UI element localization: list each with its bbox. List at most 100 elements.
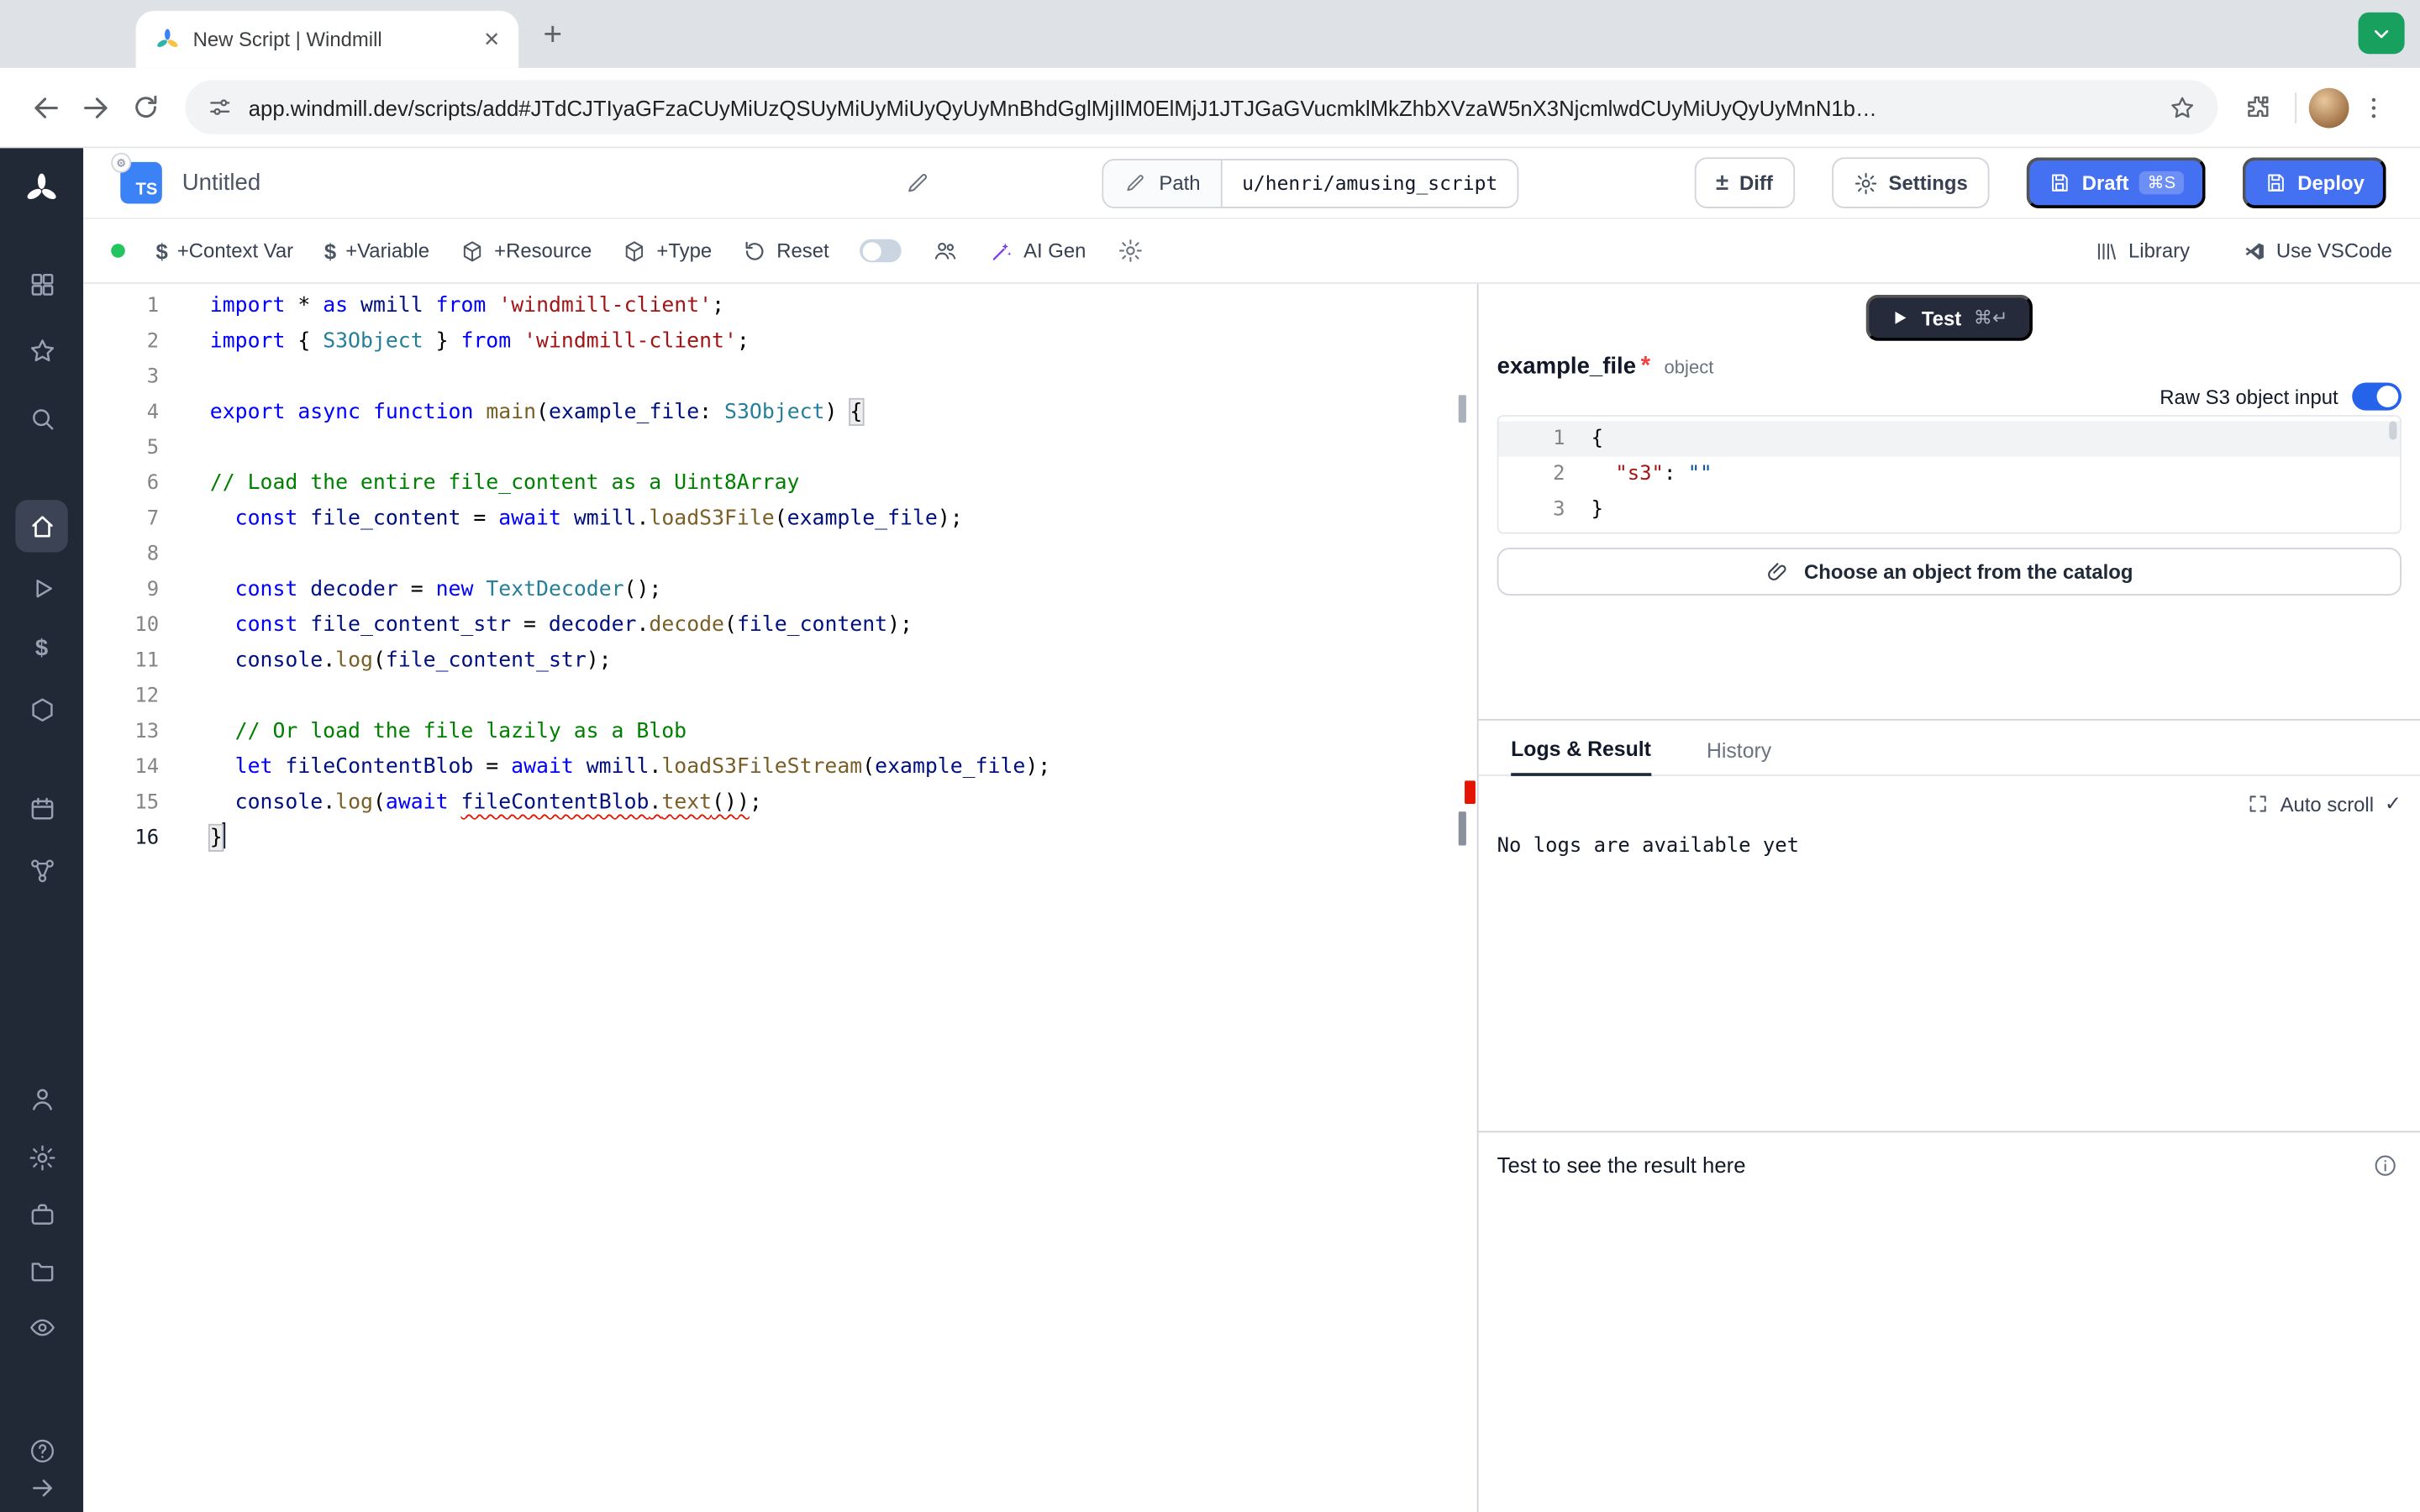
typescript-badge[interactable]: TS ⚙ [120,162,162,204]
new-tab-button[interactable]: + [544,18,563,50]
draft-button[interactable]: Draft ⌘S [2027,157,2205,208]
argument-name: example_file [1497,354,1636,380]
toggle-knob [863,241,881,260]
settings-gear-icon[interactable] [24,1139,60,1176]
home-icon [27,512,56,541]
script-header: TS ⚙ Untitled Path u/henri/amusing_scrip… [83,148,2420,218]
site-settings-icon[interactable] [207,94,233,120]
favorites-star-icon[interactable] [24,332,60,369]
variables-icon[interactable]: $ [24,629,60,666]
collapse-arrow-icon[interactable] [24,1469,60,1506]
address-bar[interactable]: app.windmill.dev/scripts/add#JTdCJTIyaGF… [185,81,2217,134]
extensions-puzzle-icon[interactable] [2233,82,2283,132]
profile-avatar[interactable] [2309,87,2349,128]
green-dropdown-button[interactable] [2359,13,2405,55]
code-lines[interactable]: 1import * as wmill from 'windmill-client… [83,288,1477,856]
browser-chrome: New Script | Windmill ✕ + [0,0,2420,148]
logs-tabs: Logs & Result History [1479,721,2420,776]
raw-s3-toggle[interactable] [2352,383,2402,411]
library-button[interactable]: Library [2095,239,2190,263]
required-asterisk: * [1641,354,1650,381]
back-icon[interactable] [22,82,71,132]
resources-icon[interactable] [24,691,60,728]
use-vscode-label: Use VSCode [2276,239,2392,263]
schedules-icon[interactable] [24,790,60,827]
help-icon[interactable] [24,1431,60,1468]
library-icon [2095,239,2119,263]
ai-gen-label: AI Gen [1023,239,1086,263]
test-button[interactable]: Test ⌘↵ [1866,295,2033,341]
edit-title-pencil-icon[interactable] [904,170,930,196]
editor-overview-ruler[interactable] [1455,284,1477,1512]
logs-section: Logs & Result History Auto scroll ✓ No l… [1479,719,2420,1131]
user-icon[interactable] [24,1080,60,1117]
json-input-editor[interactable]: 1{2 "s3": ""3} [1497,415,2402,533]
runs-icon[interactable] [24,570,60,606]
tab-close-icon[interactable]: ✕ [483,27,500,51]
settings-button[interactable]: Settings [1832,157,1990,208]
add-context-var-button[interactable]: $ +Context Var [156,239,294,263]
apps-icon[interactable] [24,265,60,302]
path-value[interactable]: u/henri/amusing_script [1222,160,1518,206]
sidebar: $ [0,148,83,1512]
info-icon[interactable] [2372,1152,2398,1179]
json-lines[interactable]: 1{2 "s3": ""3} [1498,421,2400,528]
deploy-save-icon [2264,171,2287,195]
windmill-logo-icon[interactable] [20,166,63,209]
add-resource-button[interactable]: +Resource [460,239,592,263]
choose-object-button[interactable]: Choose an object from the catalog [1497,548,2402,596]
choose-object-label: Choose an object from the catalog [1804,560,2133,584]
header-actions: ± Diff Settings Draft ⌘S [1694,157,2386,208]
path-label[interactable]: Path [1103,160,1222,206]
gear-icon [1853,171,1877,195]
draft-button-label: Draft [2082,171,2129,195]
auto-scroll-control[interactable]: Auto scroll ✓ [1479,776,2420,816]
tab-history[interactable]: History [1707,739,1771,774]
no-logs-message: No logs are available yet [1479,816,2420,877]
folders-icon[interactable] [24,1252,60,1289]
code-editor[interactable]: 1import * as wmill from 'windmill-client… [83,284,1478,1512]
url-text[interactable]: app.windmill.dev/scripts/add#JTdCJTIyaGF… [249,95,2154,119]
toggle-knob [2377,386,2399,407]
dollar-icon: $ [324,239,336,263]
browser-tab[interactable]: New Script | Windmill ✕ [136,11,519,68]
reload-icon[interactable] [120,82,170,132]
overview-marker [1459,395,1466,423]
paperclip-icon [1765,559,1790,584]
tab-logs-result[interactable]: Logs & Result [1511,738,1651,776]
ai-gen-button[interactable]: AI Gen [990,239,1086,263]
path-label-text: Path [1159,171,1200,195]
deploy-button[interactable]: Deploy [2242,157,2386,208]
auto-scroll-label: Auto scroll [2281,792,2374,816]
flows-icon[interactable] [24,852,60,889]
script-title[interactable]: Untitled [182,170,260,196]
run-pane: Test ⌘↵ example_file * object Raw S3 obj… [1479,284,2420,1512]
search-icon[interactable] [24,400,60,437]
audit-eye-icon[interactable] [24,1309,60,1346]
forward-icon[interactable] [71,82,120,132]
use-vscode-button[interactable]: Use VSCode [2242,239,2391,263]
json-scrollbar[interactable] [2389,421,2396,439]
library-label: Library [2128,239,2190,263]
deploy-button-label: Deploy [2297,171,2365,195]
bookmark-star-icon[interactable] [2169,93,2196,121]
path-control[interactable]: Path u/henri/amusing_script [1102,158,1519,207]
settings-button-label: Settings [1889,171,1968,195]
reset-label: Reset [776,239,829,263]
add-type-button[interactable]: +Type [623,239,712,263]
browser-menu-icon[interactable] [2349,82,2399,132]
diff-button[interactable]: ± Diff [1694,157,1794,208]
runtime-badge-icon: ⚙ [111,153,131,173]
workspace: 1import * as wmill from 'windmill-client… [83,284,2420,1512]
reset-button[interactable]: Reset [743,239,829,263]
ai-wand-icon [990,239,1014,263]
multiplayer-toggle[interactable] [860,239,902,263]
sidebar-item-home[interactable] [15,500,67,552]
editor-settings-gear-icon[interactable] [1117,238,1143,264]
inputs-section: Test ⌘↵ example_file * object Raw S3 obj… [1479,284,2420,719]
workers-icon[interactable] [24,1195,60,1232]
expand-icon[interactable] [2248,793,2270,815]
add-variable-button[interactable]: $ +Variable [324,239,429,263]
toolbar-right: Library Use VSCode [2095,239,2392,263]
check-icon: ✓ [2385,791,2402,816]
